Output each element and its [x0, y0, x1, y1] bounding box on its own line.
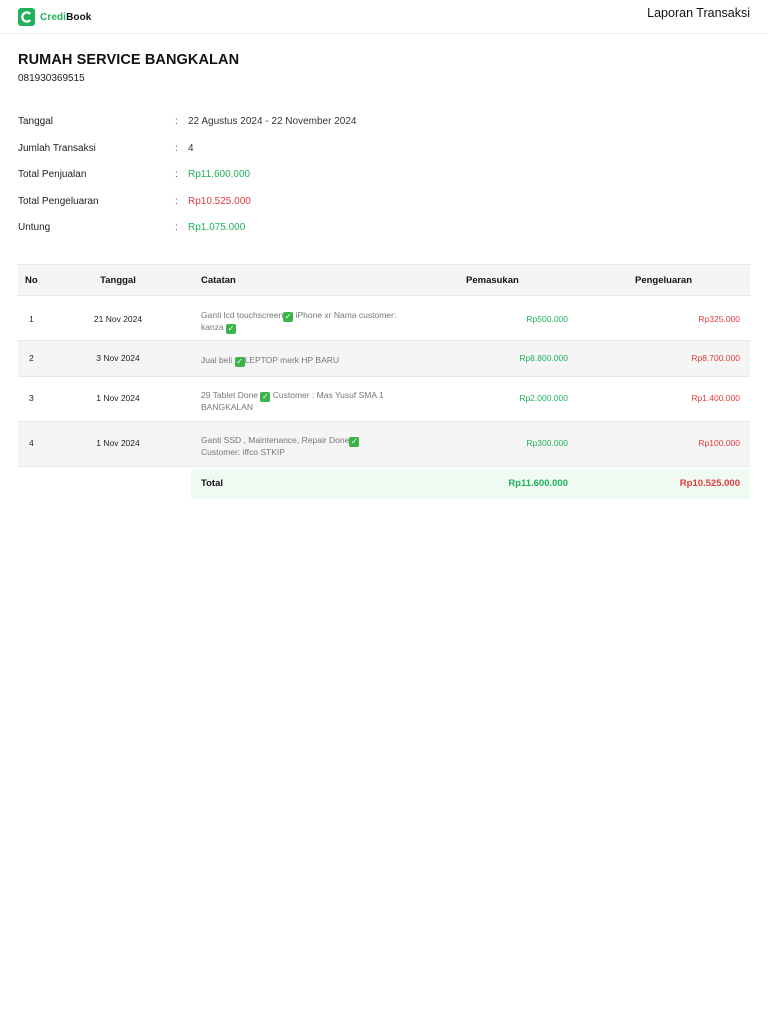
summary-value: Rp10.525.000: [188, 195, 251, 207]
summary-colon: :: [175, 169, 178, 180]
business-phone: 081930369515: [18, 73, 85, 84]
summary-colon: :: [175, 195, 178, 207]
summary-label: Untung: [18, 222, 51, 233]
table-row: 1 21 Nov 2024 Ganti lcd touchscreen ✓ iPh…: [18, 296, 750, 341]
table-header: No Tanggal Catatan Pemasukan Pengeluaran: [18, 264, 750, 296]
row-expense: Rp325.000: [698, 314, 740, 324]
summary-value: Rp11.600.000: [188, 169, 251, 180]
row-note: 29 Tablet Done ✓ Customer : Mas Yusuf SM…: [201, 390, 406, 412]
row-date: 3 Nov 2024: [96, 353, 140, 363]
row-note: Jual beli ✓ LEPTOP merk HP BARU: [201, 355, 406, 367]
row-date: 1 Nov 2024: [96, 438, 140, 448]
row-date: 21 Nov 2024: [93, 314, 143, 324]
row-income: Rp300.000: [526, 438, 568, 448]
summary-row-count: Jumlah Transaksi : 4: [18, 143, 518, 170]
row-note: Ganti SSD , Maintenance, Repair Done ✓ Cus…: [201, 435, 406, 457]
summary-label: Total Pengeluaran: [18, 195, 99, 207]
row-expense: Rp1.400.000: [691, 393, 740, 403]
table-row: 3 1 Nov 2024 29 Tablet Done ✓ Customer :…: [18, 377, 750, 422]
row-note-text: Customer: iffco STKIP: [201, 447, 285, 457]
summary-section: Tanggal : 22 Agustus 2024 - 22 November …: [18, 116, 518, 249]
summary-colon: :: [175, 222, 178, 233]
summary-row-sales: Total Penjualan : Rp11.600.000: [18, 169, 518, 196]
column-header-expense: Pengeluaran: [635, 275, 693, 286]
row-expense: Rp100.000: [698, 438, 740, 448]
row-income: Rp2.000.000: [519, 393, 568, 403]
summary-label: Total Penjualan: [18, 169, 87, 180]
check-mark-icon: ✓: [260, 392, 271, 402]
column-header-date: Tanggal: [100, 275, 136, 286]
row-expense: Rp8.700.000: [691, 353, 740, 363]
summary-row-date: Tanggal : 22 Agustus 2024 - 22 November …: [18, 116, 518, 143]
summary-row-expenses: Total Pengeluaran : Rp10.525.000: [18, 196, 518, 223]
row-number: 1: [29, 314, 34, 324]
summary-label: Jumlah Transaksi: [18, 142, 96, 154]
row-note-text: Ganti SSD , Maintenance, Repair Done: [201, 435, 350, 445]
summary-value: 22 Agustus 2024 - 22 November 2024: [188, 116, 357, 127]
check-mark-icon: ✓: [226, 324, 237, 334]
brand-name: CrediBook: [40, 12, 91, 23]
row-number: 2: [29, 353, 34, 363]
report-title: Laporan Transaksi: [647, 6, 750, 20]
check-mark-icon: ✓: [283, 312, 294, 322]
total-expense: Rp10.525.000: [679, 478, 740, 489]
transactions-table: No Tanggal Catatan Pemasukan Pengeluaran…: [18, 264, 750, 467]
check-mark-icon: ✓: [234, 357, 245, 367]
summary-colon: :: [175, 116, 178, 127]
summary-colon: :: [175, 142, 178, 154]
brand-name-second: Book: [66, 11, 92, 23]
summary-value: 4: [188, 142, 194, 154]
check-mark-icon: ✓: [349, 437, 360, 447]
business-name: RUMAH SERVICE BANGKALAN: [18, 52, 240, 68]
row-note-text: LEPTOP merk HP BARU: [244, 355, 340, 365]
summary-value: Rp1.075.000: [188, 222, 246, 233]
summary-row-profit: Untung : Rp1.075.000: [18, 222, 518, 249]
row-income: Rp500.000: [526, 314, 568, 324]
row-date: 1 Nov 2024: [96, 393, 140, 403]
credibook-logo-icon: [18, 8, 35, 26]
row-note-text: 29 Tablet Done: [201, 390, 261, 400]
brand-name-first: Credi: [40, 11, 67, 23]
table-row: 4 1 Nov 2024 Ganti SSD , Maintenance, Re…: [18, 422, 750, 467]
total-income: Rp11.600.000: [508, 478, 568, 489]
credibook-logo: CrediBook: [18, 8, 91, 26]
table-row: 2 3 Nov 2024 Jual beli ✓ LEPTOP merk HP B…: [18, 341, 750, 377]
row-number: 4: [29, 438, 34, 448]
total-label: Total: [201, 478, 223, 489]
column-header-income: Pemasukan: [466, 275, 519, 286]
table-total-row: Total Rp11.600.000 Rp10.525.000: [191, 469, 750, 499]
row-note-text: Ganti lcd touchscreen: [201, 310, 284, 320]
row-note-text: Jual beli: [201, 355, 235, 365]
column-header-note: Catatan: [201, 275, 236, 286]
row-income: Rp8.800.000: [519, 353, 568, 363]
row-note: Ganti lcd touchscreen ✓ iPhone xr Nama cu…: [201, 310, 406, 334]
summary-label: Tanggal: [18, 116, 54, 127]
column-header-no: No: [25, 275, 38, 286]
report-header: CrediBook Laporan Transaksi: [0, 0, 768, 34]
row-number: 3: [29, 393, 34, 403]
